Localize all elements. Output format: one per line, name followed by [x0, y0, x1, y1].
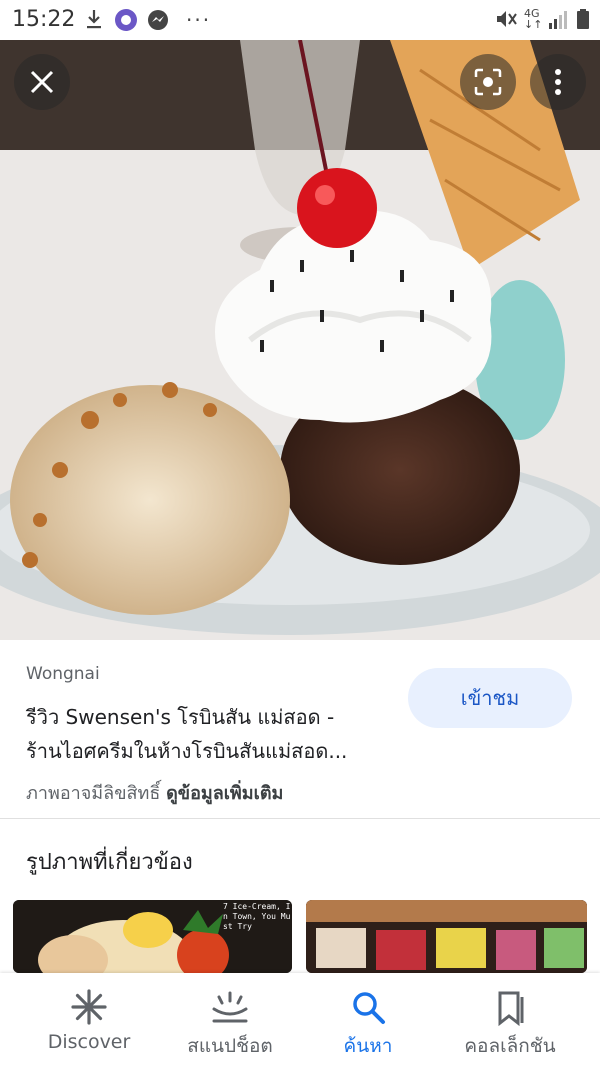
battery-icon [576, 8, 590, 35]
divider [0, 818, 600, 819]
title-line-1: รีวิว Swensen's โรบินสัน แม่สอด - [26, 705, 335, 729]
result-title[interactable]: รีวิว Swensen's โรบินสัน แม่สอด - ร้านไอ… [26, 700, 396, 768]
search-icon [353, 992, 385, 1024]
bottom-navigation: Discover สแนปช็อต ค้นหา คอลเล็กชัน [0, 973, 600, 1067]
lens-icon [474, 68, 502, 96]
signal-icon [548, 8, 570, 35]
nav-label: Discover [47, 1031, 131, 1053]
nav-collections[interactable]: คอลเล็กชัน [435, 973, 585, 1067]
lens-button[interactable] [460, 54, 516, 110]
nav-snapshot[interactable]: สแนปช็อต [155, 973, 305, 1067]
related-thumbnail-1[interactable]: 7 Ice-Cream, In Town, You Must Try [13, 900, 292, 973]
close-button[interactable] [14, 54, 70, 110]
app-notification-icon [114, 8, 138, 37]
copyright-notice: ภาพอาจมีลิขสิทธิ์ ดูข้อมูลเพิ่มเติม [26, 778, 283, 807]
related-images-heading: รูปภาพที่เกี่ยวข้อง [26, 850, 193, 875]
rights-text: ภาพอาจมีลิขสิทธิ์ [26, 783, 161, 804]
status-time: 15:22 [12, 7, 76, 32]
network-type: 4G ↓↑ [524, 7, 543, 31]
close-icon [30, 70, 54, 94]
title-line-2: ร้านไอศครีมในห้างโรบินสันแม่สอด... [26, 739, 348, 763]
nav-discover[interactable]: Discover [14, 973, 164, 1067]
nav-label: ค้นหา [343, 1035, 393, 1057]
more-info-link[interactable]: ดูข้อมูลเพิ่มเติม [166, 783, 283, 804]
status-bar: 15:22 ··· 4G ↓↑ [0, 0, 600, 40]
source-name: Wongnai [26, 664, 100, 684]
more-vert-icon [555, 69, 561, 95]
thumbnail-image [306, 900, 587, 973]
nav-label: คอลเล็กชัน [464, 1035, 556, 1057]
thumbnail-caption: 7 Ice-Cream, In Town, You Must Try [223, 902, 291, 931]
sundae-illustration [0, 40, 600, 640]
download-icon [84, 8, 104, 35]
related-thumbnail-2[interactable] [306, 900, 587, 973]
asterisk-icon [71, 989, 107, 1025]
snapshot-icon [212, 991, 248, 1023]
nav-search[interactable]: ค้นหา [293, 973, 443, 1067]
mute-icon [494, 8, 518, 35]
nav-label: สแนปช็อต [187, 1035, 273, 1057]
hero-image[interactable] [0, 40, 600, 640]
visit-button[interactable]: เข้าชม [408, 668, 572, 728]
collections-icon [498, 991, 524, 1027]
more-notifications-icon: ··· [186, 8, 212, 32]
messenger-icon [146, 8, 170, 37]
more-options-button[interactable] [530, 54, 586, 110]
